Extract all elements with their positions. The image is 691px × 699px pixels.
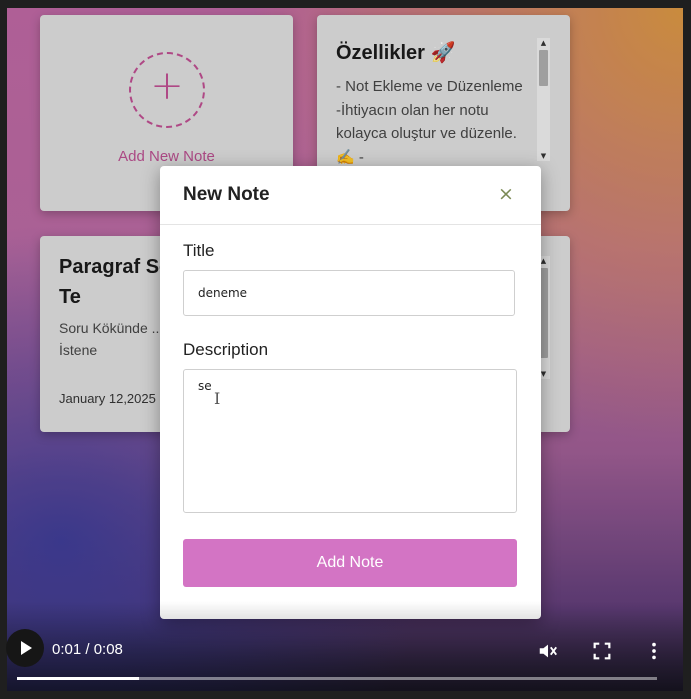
description-value: se	[198, 379, 212, 393]
new-note-modal: New Note × Title deneme Description se I…	[160, 166, 541, 619]
text-cursor-icon: I	[214, 389, 221, 408]
modal-title: New Note	[183, 184, 270, 205]
time-display: 0:01 / 0:08	[52, 641, 123, 658]
fullscreen-icon[interactable]	[591, 640, 613, 662]
description-textarea[interactable]: se I	[183, 369, 517, 513]
close-icon[interactable]: ×	[497, 183, 515, 205]
modal-header: New Note ×	[160, 166, 541, 225]
description-label: Description	[183, 340, 269, 359]
add-note-button[interactable]: Add Note	[183, 539, 517, 587]
muted-volume-icon[interactable]	[537, 640, 559, 662]
title-input[interactable]: deneme	[183, 270, 515, 316]
play-icon	[21, 641, 32, 655]
play-button[interactable]	[6, 629, 44, 667]
more-vert-icon[interactable]	[643, 640, 665, 662]
video-frame: + Add New Note Özellikler 🚀 - Not Ekleme…	[7, 8, 683, 691]
title-label: Title	[183, 241, 215, 260]
progress-bar-fill	[17, 677, 139, 680]
progress-bar[interactable]	[17, 677, 657, 680]
